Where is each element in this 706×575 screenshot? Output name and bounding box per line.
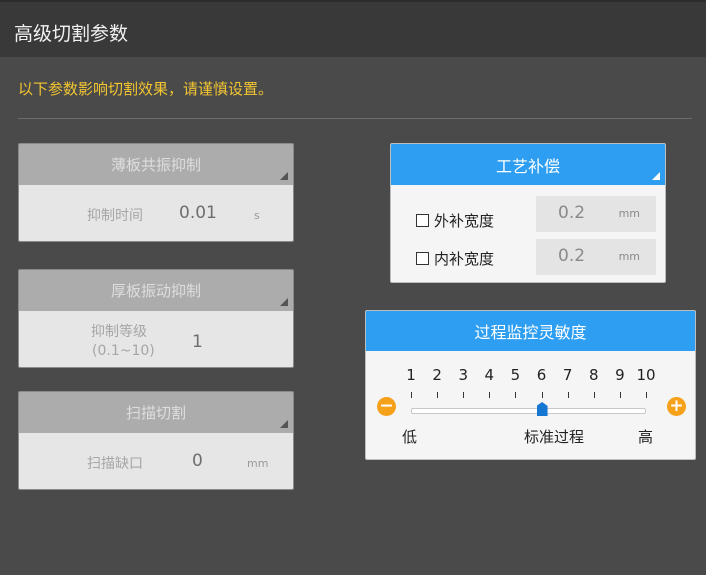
scan-gap-unit: mm bbox=[247, 457, 269, 470]
scale-tick bbox=[437, 392, 439, 398]
scan-cut-panel-title: 扫描切割 bbox=[125, 404, 186, 422]
scan-cut-panel-body: 扫描缺口 0 mm bbox=[19, 433, 293, 489]
compensation-panel-title: 工艺补偿 bbox=[495, 156, 560, 176]
scale-number: 1 bbox=[406, 366, 416, 384]
inner-width-value: 0.2 bbox=[558, 246, 586, 266]
decrease-sensitivity-button[interactable]: − bbox=[377, 397, 396, 416]
suppression-level-value[interactable]: 1 bbox=[192, 332, 203, 352]
inner-width-field[interactable]: 0.2 mm bbox=[536, 239, 656, 275]
expand-corner-icon[interactable] bbox=[280, 298, 288, 306]
inner-width-label: 内补宽度 bbox=[434, 250, 495, 268]
scan-cut-panel: 扫描切割 扫描缺口 0 mm bbox=[18, 391, 294, 490]
compensation-panel-header[interactable]: 工艺补偿 bbox=[391, 144, 665, 185]
warning-notice: 以下参数影响切割效果，请谨慎设置。 bbox=[18, 80, 274, 98]
increase-sensitivity-button[interactable]: + bbox=[667, 397, 686, 416]
sensitivity-panel-title: 过程监控灵敏度 bbox=[474, 323, 587, 342]
scale-number: 3 bbox=[458, 366, 468, 384]
inner-width-unit: mm bbox=[618, 250, 640, 263]
scan-gap-value[interactable]: 0 bbox=[192, 451, 203, 471]
thick-plate-panel-title: 厚板振动抑制 bbox=[110, 282, 201, 300]
scale-number: 2 bbox=[432, 366, 442, 384]
thin-plate-panel-title: 薄板共振抑制 bbox=[110, 156, 201, 174]
scale-tick bbox=[619, 392, 621, 398]
standard-process-label: 标准过程 bbox=[524, 428, 585, 446]
scan-cut-panel-header[interactable]: 扫描切割 bbox=[19, 392, 293, 433]
inner-width-checkbox[interactable]: 内补宽度 bbox=[416, 248, 494, 269]
scale-number: 10 bbox=[636, 366, 656, 384]
thick-plate-panel-header[interactable]: 厚板振动抑制 bbox=[19, 270, 293, 311]
scale-number: 9 bbox=[615, 366, 625, 384]
outer-width-value: 0.2 bbox=[558, 203, 586, 223]
scale-tick bbox=[515, 392, 517, 398]
outer-width-checkbox[interactable]: 外补宽度 bbox=[416, 210, 494, 231]
outer-width-label: 外补宽度 bbox=[434, 212, 495, 230]
suppression-time-value[interactable]: 0.01 bbox=[179, 203, 217, 223]
scale-tick bbox=[541, 392, 543, 398]
divider bbox=[18, 118, 692, 119]
thin-plate-suppression-panel: 薄板共振抑制 抑制时间 0.01 s bbox=[18, 143, 294, 242]
sensitivity-panel-header: 过程监控灵敏度 bbox=[366, 311, 695, 351]
expand-corner-icon[interactable] bbox=[652, 172, 660, 180]
scale-number: 4 bbox=[484, 366, 495, 384]
suppression-time-unit: s bbox=[254, 209, 260, 222]
suppression-time-label: 抑制时间 bbox=[87, 208, 143, 224]
scale-tick bbox=[646, 392, 647, 398]
window-title: 高级切割参数 bbox=[14, 23, 129, 45]
checkbox-icon[interactable] bbox=[416, 252, 429, 265]
window-title-bar: 高级切割参数 bbox=[0, 0, 706, 57]
process-compensation-panel: 工艺补偿 外补宽度 0.2 mm 内补宽度 0.2 mm bbox=[390, 143, 666, 283]
checkbox-icon[interactable] bbox=[416, 214, 429, 227]
outer-width-unit: mm bbox=[618, 207, 640, 220]
thick-plate-panel-body: 抑制等级 (0.1~10) 1 bbox=[19, 311, 293, 367]
suppression-level-range: (0.1~10) bbox=[92, 343, 155, 359]
scale-tick bbox=[593, 392, 595, 398]
monitoring-sensitivity-panel: 过程监控灵敏度 1 2 3 4 5 6 7 8 9 10 − + 低 标准过程 高 bbox=[365, 310, 696, 460]
thick-plate-suppression-panel: 厚板振动抑制 抑制等级 (0.1~10) 1 bbox=[18, 269, 294, 368]
scale-number: 8 bbox=[588, 366, 599, 384]
scale-tick bbox=[489, 392, 491, 398]
thin-plate-panel-header[interactable]: 薄板共振抑制 bbox=[19, 144, 293, 185]
expand-corner-icon[interactable] bbox=[280, 420, 288, 428]
scale-tick bbox=[411, 392, 412, 398]
sensitivity-slider-thumb[interactable] bbox=[536, 402, 548, 416]
scale-tick bbox=[463, 392, 465, 398]
low-label: 低 bbox=[402, 428, 418, 446]
scale-tick bbox=[567, 392, 569, 398]
scan-gap-label: 扫描缺口 bbox=[87, 456, 143, 472]
scale-number: 5 bbox=[510, 366, 521, 384]
high-label: 高 bbox=[638, 428, 654, 446]
sensitivity-slider-track[interactable] bbox=[411, 408, 646, 414]
suppression-level-label: 抑制等级 bbox=[91, 324, 147, 340]
scale-number: 6 bbox=[536, 366, 547, 384]
scale-number: 7 bbox=[562, 366, 573, 384]
expand-corner-icon[interactable] bbox=[280, 172, 288, 180]
outer-width-field[interactable]: 0.2 mm bbox=[536, 196, 656, 232]
thin-plate-panel-body: 抑制时间 0.01 s bbox=[19, 185, 293, 241]
